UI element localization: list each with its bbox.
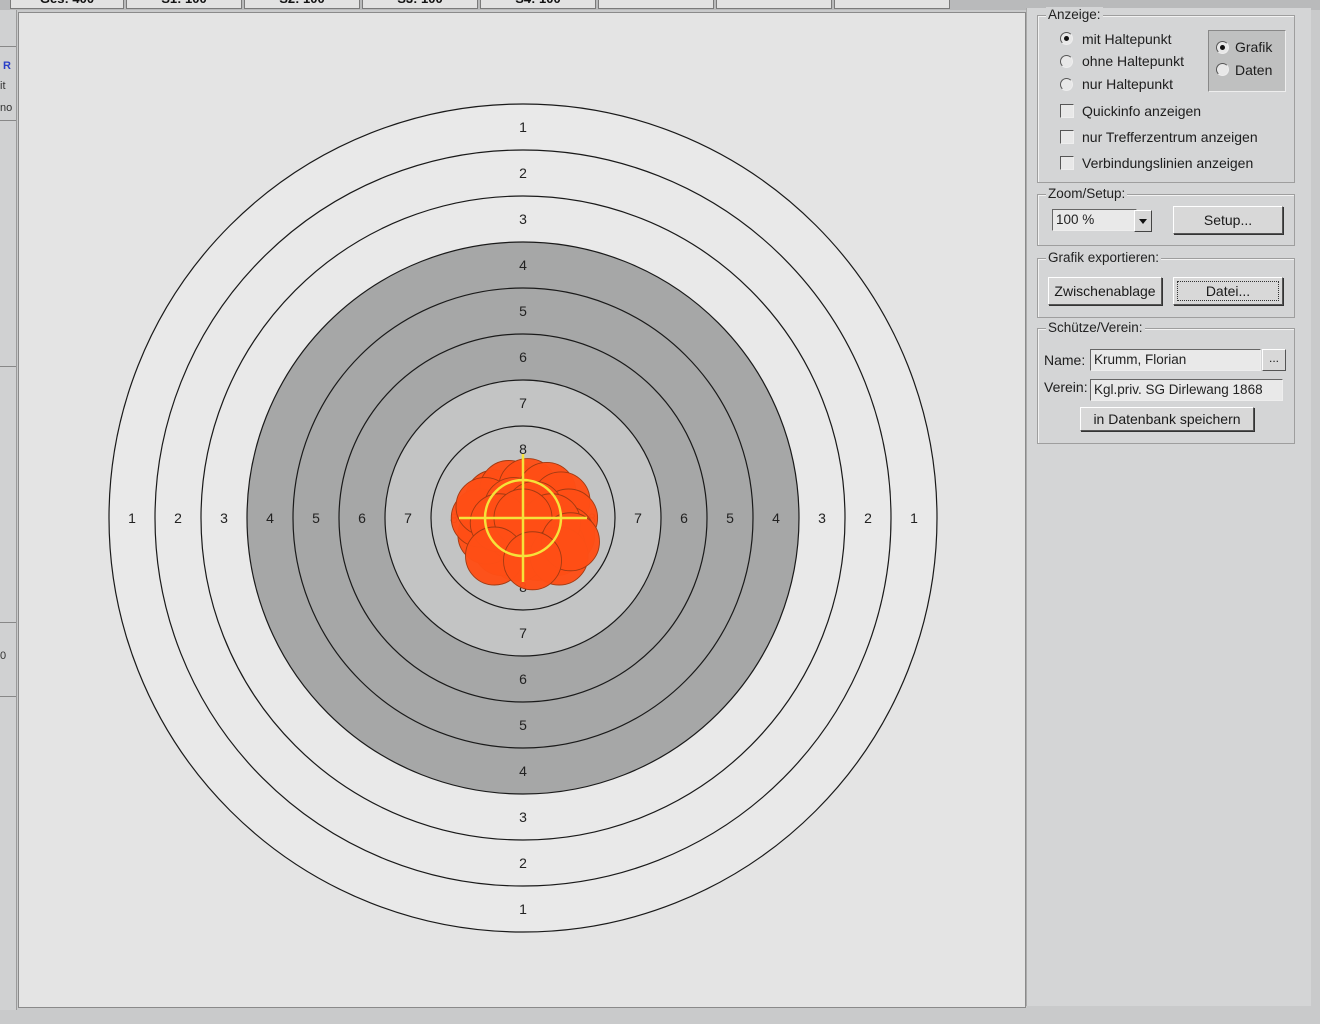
ring-number-label: 5	[726, 510, 734, 526]
setup-button[interactable]: Setup...	[1173, 206, 1283, 234]
background-text: R	[3, 60, 11, 72]
view-mode-box: Grafik Daten	[1208, 30, 1286, 92]
ring-number-label: 7	[404, 510, 412, 526]
ring-number-label: 6	[519, 671, 527, 687]
ring-number-label: 3	[519, 211, 527, 227]
divider	[0, 696, 16, 697]
ring-number-label: 2	[519, 165, 527, 181]
radio-with-aimpoint[interactable]	[1060, 32, 1073, 45]
checkbox-quickinfo-label: Quickinfo anzeigen	[1082, 103, 1202, 119]
checkbox-hit-center-only-label: nur Trefferzentrum anzeigen	[1082, 129, 1258, 145]
export-group-title: Grafik exportieren:	[1046, 250, 1162, 265]
target-graphic-panel[interactable]: 11112222333344445555666677778888	[18, 12, 1026, 1008]
ring-number-label: 5	[312, 510, 320, 526]
ring-number-label: 7	[519, 625, 527, 641]
tab-series-2[interactable]: S2: 100	[244, 0, 360, 9]
divider	[0, 120, 16, 121]
ring-number-label: 6	[358, 510, 366, 526]
ring-number-label: 3	[220, 510, 228, 526]
tab-total[interactable]: Ges: 400	[10, 0, 124, 9]
shooter-club-group: Schütze/Verein: Name: Krumm, Florian ...…	[1037, 320, 1295, 444]
shooting-target[interactable]: 11112222333344445555666677778888	[19, 13, 1025, 1007]
zoom-setup-group: Zoom/Setup: 100 % Setup...	[1037, 186, 1295, 246]
ring-number-label: 5	[519, 303, 527, 319]
option-without-aimpoint-label: ohne Haltepunkt	[1082, 53, 1184, 69]
ring-number-label: 2	[174, 510, 182, 526]
browse-shooter-button[interactable]: ...	[1262, 349, 1286, 371]
divider	[0, 622, 16, 623]
option-with-aimpoint-label: mit Haltepunkt	[1082, 31, 1172, 47]
zoom-setup-title: Zoom/Setup:	[1046, 186, 1128, 201]
background-text: 0	[0, 650, 7, 662]
ring-number-label: 6	[680, 510, 688, 526]
ring-number-label: 2	[519, 855, 527, 871]
checkbox-connection-lines-label: Verbindungslinien anzeigen	[1082, 155, 1254, 171]
radio-view-data[interactable]	[1216, 63, 1229, 76]
display-group-title: Anzeige:	[1046, 7, 1103, 22]
ring-number-label: 7	[634, 510, 642, 526]
option-only-aimpoint-label: nur Haltepunkt	[1082, 76, 1174, 92]
ring-number-label: 4	[772, 510, 780, 526]
zoom-dropdown-button[interactable]	[1134, 210, 1152, 232]
tab-series-4[interactable]: S4: 100	[480, 0, 596, 9]
checkbox-hit-center-only[interactable]	[1060, 130, 1074, 144]
background-text: it	[0, 80, 6, 92]
background-window-edge: R it no 0	[0, 10, 17, 1010]
radio-view-graphic[interactable]	[1216, 41, 1229, 54]
ring-number-label: 2	[864, 510, 872, 526]
checkbox-connection-lines[interactable]	[1060, 156, 1074, 170]
ring-number-label: 3	[519, 809, 527, 825]
view-graphic-label: Grafik	[1235, 39, 1273, 55]
clipboard-button[interactable]: Zwischenablage	[1048, 277, 1162, 305]
radio-without-aimpoint[interactable]	[1060, 55, 1073, 68]
tab-series-3[interactable]: S3: 100	[362, 0, 478, 9]
divider	[0, 46, 16, 47]
zoom-select[interactable]: 100 %	[1052, 209, 1137, 231]
display-group: Anzeige: mit Haltepunkt ohne Haltepunkt …	[1037, 7, 1295, 183]
ring-number-label: 5	[519, 717, 527, 733]
ring-number-label: 4	[519, 257, 527, 273]
ring-number-label: 7	[519, 395, 527, 411]
ring-number-label: 3	[818, 510, 826, 526]
control-panel: Anzeige: mit Haltepunkt ohne Haltepunkt …	[1026, 7, 1311, 1006]
ring-number-label: 6	[519, 349, 527, 365]
file-export-button[interactable]: Datei...	[1173, 277, 1283, 305]
divider	[0, 366, 16, 367]
view-data-label: Daten	[1235, 62, 1273, 78]
ring-number-label: 4	[519, 763, 527, 779]
ring-number-label: 1	[910, 510, 918, 526]
ring-number-label: 1	[519, 901, 527, 917]
club-label: Verein:	[1044, 379, 1088, 395]
tab-empty-2[interactable]	[716, 0, 832, 9]
chevron-down-icon	[1139, 219, 1147, 224]
ring-number-label: 1	[519, 119, 527, 135]
tab-empty-1[interactable]	[598, 0, 714, 9]
tab-series-1[interactable]: S1: 100	[126, 0, 242, 9]
tab-empty-3[interactable]	[834, 0, 950, 9]
checkbox-quickinfo[interactable]	[1060, 104, 1074, 118]
ring-number-label: 4	[266, 510, 274, 526]
background-text: no	[0, 102, 13, 114]
club-field[interactable]: Kgl.priv. SG Dirlewang 1868	[1090, 379, 1283, 401]
name-field[interactable]: Krumm, Florian	[1090, 349, 1261, 371]
radio-only-aimpoint[interactable]	[1060, 78, 1073, 91]
save-to-database-button[interactable]: in Datenbank speichern	[1080, 407, 1254, 431]
shooter-club-title: Schütze/Verein:	[1046, 320, 1145, 335]
ring-number-label: 1	[128, 510, 136, 526]
export-group: Grafik exportieren: Zwischenablage Datei…	[1037, 250, 1295, 318]
name-label: Name:	[1044, 352, 1086, 368]
